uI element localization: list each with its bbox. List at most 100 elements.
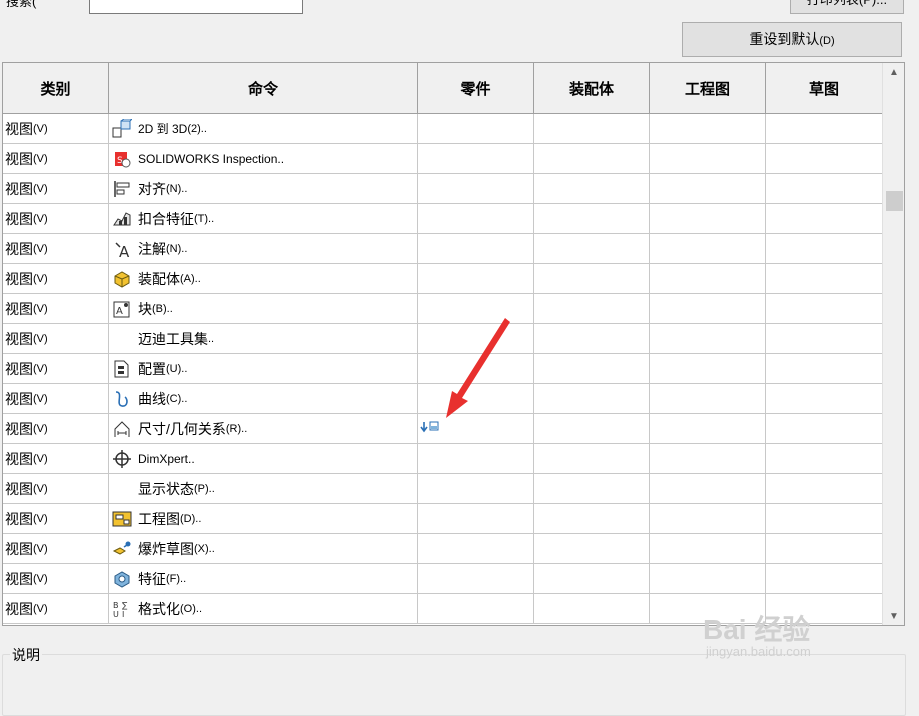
sketch-shortcut-cell[interactable] bbox=[766, 444, 883, 473]
header-drawing[interactable]: 工程图 bbox=[650, 63, 766, 113]
drawing-shortcut-cell[interactable] bbox=[650, 234, 766, 263]
table-row[interactable]: 视图 (V) 尺寸/几何关系 (R).. bbox=[3, 414, 883, 444]
drawing-shortcut-cell[interactable] bbox=[650, 444, 766, 473]
part-shortcut-cell[interactable] bbox=[418, 144, 534, 173]
drawing-shortcut-cell[interactable] bbox=[650, 114, 766, 143]
part-shortcut-cell[interactable] bbox=[418, 474, 534, 503]
scrollbar-thumb[interactable] bbox=[886, 191, 903, 211]
table-row[interactable]: 视图 (V) S SOLIDWORKS Inspection.. bbox=[3, 144, 883, 174]
part-shortcut-cell[interactable] bbox=[418, 324, 534, 353]
drawing-shortcut-cell[interactable] bbox=[650, 414, 766, 443]
assembly-shortcut-cell[interactable] bbox=[534, 414, 650, 443]
table-row[interactable]: 视图 (V) 对齐 (N).. bbox=[3, 174, 883, 204]
sketch-shortcut-cell[interactable] bbox=[766, 504, 883, 533]
assembly-shortcut-cell[interactable] bbox=[534, 294, 650, 323]
part-shortcut-cell[interactable] bbox=[418, 504, 534, 533]
drawing-shortcut-cell[interactable] bbox=[650, 144, 766, 173]
print-list-button[interactable]: 打印列表(P)... bbox=[790, 0, 904, 14]
assembly-shortcut-cell[interactable] bbox=[534, 594, 650, 623]
header-assembly[interactable]: 装配体 bbox=[534, 63, 650, 113]
sketch-shortcut-cell[interactable] bbox=[766, 324, 883, 353]
table-row[interactable]: 视图 (V) 显示状态 (P).. bbox=[3, 474, 883, 504]
assembly-shortcut-cell[interactable] bbox=[534, 564, 650, 593]
assembly-shortcut-cell[interactable] bbox=[534, 444, 650, 473]
sketch-shortcut-cell[interactable] bbox=[766, 234, 883, 263]
part-shortcut-cell[interactable] bbox=[418, 444, 534, 473]
sketch-shortcut-cell[interactable] bbox=[766, 264, 883, 293]
table-row[interactable]: 视图 (V) 曲线 (C).. bbox=[3, 384, 883, 414]
assembly-shortcut-cell[interactable] bbox=[534, 264, 650, 293]
assembly-shortcut-cell[interactable] bbox=[534, 234, 650, 263]
part-shortcut-cell[interactable] bbox=[418, 354, 534, 383]
part-shortcut-cell[interactable] bbox=[418, 174, 534, 203]
drawing-shortcut-cell[interactable] bbox=[650, 504, 766, 533]
part-shortcut-cell[interactable] bbox=[418, 384, 534, 413]
command-accel: (D).. bbox=[180, 512, 202, 525]
drawing-shortcut-cell[interactable] bbox=[650, 564, 766, 593]
sketch-shortcut-cell[interactable] bbox=[766, 114, 883, 143]
sketch-shortcut-cell[interactable] bbox=[766, 204, 883, 233]
part-shortcut-cell[interactable] bbox=[418, 204, 534, 233]
features-icon bbox=[111, 568, 133, 590]
drawing-shortcut-cell[interactable] bbox=[650, 324, 766, 353]
drawing-shortcut-cell[interactable] bbox=[650, 354, 766, 383]
assembly-shortcut-cell[interactable] bbox=[534, 174, 650, 203]
part-shortcut-cell[interactable] bbox=[418, 114, 534, 143]
sketch-shortcut-cell[interactable] bbox=[766, 474, 883, 503]
reset-to-default-button[interactable]: 重设到默认(D) bbox=[682, 22, 902, 57]
header-sketch[interactable]: 草图 bbox=[766, 63, 883, 113]
category-cell: 视图 (V) bbox=[3, 564, 109, 593]
table-row[interactable]: 视图 (V) A 注解 (N).. bbox=[3, 234, 883, 264]
part-shortcut-cell[interactable] bbox=[418, 414, 534, 443]
dimxpert-icon bbox=[111, 448, 133, 470]
part-shortcut-cell[interactable] bbox=[418, 594, 534, 623]
header-part[interactable]: 零件 bbox=[418, 63, 534, 113]
vertical-scrollbar[interactable]: ▲ ▼ bbox=[882, 63, 904, 625]
part-shortcut-cell[interactable] bbox=[418, 294, 534, 323]
table-row[interactable]: 视图 (V) 特征 (F).. bbox=[3, 564, 883, 594]
table-row[interactable]: 视图 (V) DimXpert.. bbox=[3, 444, 883, 474]
header-command[interactable]: 命令 bbox=[109, 63, 418, 113]
part-shortcut-cell[interactable] bbox=[418, 564, 534, 593]
table-row[interactable]: 视图 (V) 扣合特征 (T).. bbox=[3, 204, 883, 234]
drawing-shortcut-cell[interactable] bbox=[650, 204, 766, 233]
assembly-shortcut-cell[interactable] bbox=[534, 504, 650, 533]
drawing-shortcut-cell[interactable] bbox=[650, 474, 766, 503]
assembly-shortcut-cell[interactable] bbox=[534, 114, 650, 143]
assembly-shortcut-cell[interactable] bbox=[534, 534, 650, 563]
drawing-shortcut-cell[interactable] bbox=[650, 264, 766, 293]
drawing-shortcut-cell[interactable] bbox=[650, 174, 766, 203]
sketch-shortcut-cell[interactable] bbox=[766, 144, 883, 173]
scroll-up-icon[interactable]: ▲ bbox=[883, 63, 904, 81]
table-row[interactable]: 视图 (V) 装配体 (A).. bbox=[3, 264, 883, 294]
part-shortcut-cell[interactable] bbox=[418, 534, 534, 563]
assembly-shortcut-cell[interactable] bbox=[534, 474, 650, 503]
sketch-shortcut-cell[interactable] bbox=[766, 534, 883, 563]
drawing-shortcut-cell[interactable] bbox=[650, 534, 766, 563]
assembly-shortcut-cell[interactable] bbox=[534, 204, 650, 233]
sketch-shortcut-cell[interactable] bbox=[766, 384, 883, 413]
assembly-shortcut-cell[interactable] bbox=[534, 324, 650, 353]
part-shortcut-cell[interactable] bbox=[418, 264, 534, 293]
drawing-shortcut-cell[interactable] bbox=[650, 384, 766, 413]
sketch-shortcut-cell[interactable] bbox=[766, 354, 883, 383]
table-row[interactable]: 视图 (V) 2D 到 3D (2).. bbox=[3, 114, 883, 144]
assembly-shortcut-cell[interactable] bbox=[534, 354, 650, 383]
search-input[interactable] bbox=[89, 0, 303, 14]
assembly-shortcut-cell[interactable] bbox=[534, 384, 650, 413]
table-row[interactable]: 视图 (V) 配置 (U).. bbox=[3, 354, 883, 384]
table-row[interactable]: 视图 (V) 工程图 (D).. bbox=[3, 504, 883, 534]
table-row[interactable]: 视图 (V) A 块 (B).. bbox=[3, 294, 883, 324]
table-row[interactable]: 视图 (V) 迈迪工具集.. bbox=[3, 324, 883, 354]
sketch-shortcut-cell[interactable] bbox=[766, 294, 883, 323]
drawing-shortcut-cell[interactable] bbox=[650, 294, 766, 323]
scroll-down-icon[interactable]: ▼ bbox=[883, 607, 904, 625]
table-row[interactable]: 视图 (V) 爆炸草图 (X).. bbox=[3, 534, 883, 564]
assembly-shortcut-cell[interactable] bbox=[534, 144, 650, 173]
sketch-shortcut-cell[interactable] bbox=[766, 564, 883, 593]
format-icon: B ∑ U I bbox=[111, 598, 133, 620]
sketch-shortcut-cell[interactable] bbox=[766, 414, 883, 443]
sketch-shortcut-cell[interactable] bbox=[766, 174, 883, 203]
header-category[interactable]: 类别 bbox=[3, 63, 109, 113]
part-shortcut-cell[interactable] bbox=[418, 234, 534, 263]
